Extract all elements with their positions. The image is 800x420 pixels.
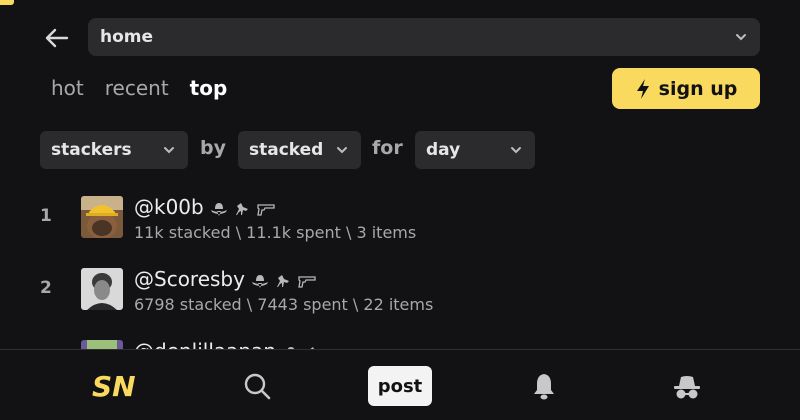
time-range-select-value: day bbox=[426, 140, 461, 160]
user-stats: 6798 stacked \ 7443 spent \ 22 items bbox=[134, 295, 434, 314]
sort-by-select[interactable]: stacked bbox=[238, 131, 361, 169]
by-label: by bbox=[200, 137, 226, 159]
post-label: post bbox=[377, 375, 423, 397]
stackers-select-value: stackers bbox=[51, 140, 132, 160]
tab-hot[interactable]: hot bbox=[51, 76, 84, 100]
sn-logo-text: SN bbox=[92, 370, 136, 402]
post-button[interactable]: post bbox=[368, 366, 432, 406]
revolver-icon bbox=[298, 275, 316, 288]
list-item: 2 @Scoresby 6798 stacked \ 7443 spent \ … bbox=[0, 267, 800, 328]
arrow-left-icon bbox=[45, 28, 69, 48]
sign-up-label: sign up bbox=[658, 77, 738, 100]
sub-select-value: home bbox=[100, 27, 154, 47]
lightning-icon bbox=[636, 78, 649, 99]
avatar[interactable] bbox=[81, 196, 123, 238]
sn-logo-icon: SN bbox=[92, 370, 136, 403]
horse-icon bbox=[235, 202, 248, 215]
user-stats: 11k stacked \ 11.1k spent \ 3 items bbox=[134, 223, 417, 242]
cowboy-hat-icon bbox=[251, 274, 268, 288]
tab-recent[interactable]: recent bbox=[105, 76, 169, 100]
sub-select[interactable]: home bbox=[88, 18, 760, 56]
chevron-down-icon bbox=[736, 34, 746, 41]
time-range-select[interactable]: day bbox=[415, 131, 535, 169]
notifications-button[interactable] bbox=[532, 372, 556, 404]
sign-up-button[interactable]: sign up bbox=[612, 68, 760, 109]
home-logo-link[interactable]: SN bbox=[90, 368, 136, 406]
stackers-select[interactable]: stackers bbox=[40, 131, 188, 169]
chevron-down-icon bbox=[337, 147, 347, 154]
search-button[interactable] bbox=[243, 372, 271, 404]
username-link[interactable]: @Scoresby bbox=[134, 267, 317, 291]
hat-badges bbox=[251, 273, 317, 289]
anon-mode-button[interactable] bbox=[673, 374, 701, 404]
revolver-icon bbox=[256, 203, 275, 216]
chevron-down-icon bbox=[164, 147, 174, 154]
anon-icon bbox=[674, 376, 700, 399]
username-link[interactable]: @k00b bbox=[134, 195, 276, 219]
username: @k00b bbox=[134, 195, 204, 219]
bell-icon bbox=[534, 374, 554, 400]
search-icon bbox=[244, 373, 271, 400]
for-label: for bbox=[372, 137, 403, 159]
bottom-nav: SN post bbox=[0, 349, 800, 420]
tab-top[interactable]: top bbox=[190, 76, 228, 100]
username: @Scoresby bbox=[134, 267, 245, 291]
rank-number: 1 bbox=[40, 206, 52, 226]
hat-badges bbox=[210, 201, 276, 217]
horse-icon bbox=[276, 274, 289, 287]
top-corner-accent bbox=[0, 0, 14, 5]
rank-number: 2 bbox=[40, 278, 52, 298]
chevron-down-icon bbox=[511, 147, 521, 154]
list-item: 1 @k00b 11k stacked \ 11.1k spent \ 3 it… bbox=[0, 195, 800, 256]
sort-by-select-value: stacked bbox=[249, 140, 324, 160]
cowboy-hat-icon bbox=[210, 202, 227, 216]
back-button[interactable] bbox=[40, 24, 72, 52]
sort-tabs: hot recent top bbox=[51, 76, 227, 100]
avatar[interactable] bbox=[81, 268, 123, 310]
